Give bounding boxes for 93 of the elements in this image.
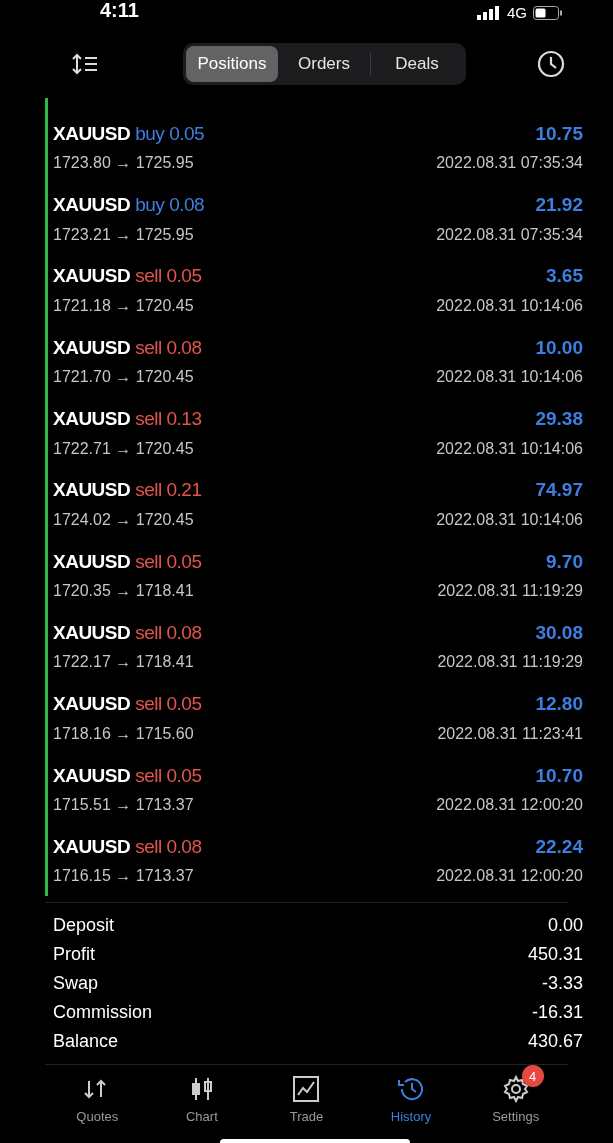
price-range: 1716.15 → 1713.37 xyxy=(53,866,194,887)
summary-value: -16.31 xyxy=(531,1001,583,1025)
summary-value: 430.67 xyxy=(527,1030,583,1054)
symbol-label: XAUUSD xyxy=(53,692,131,717)
deal-volume: sell 0.08 xyxy=(135,620,202,645)
summary-value: 0.00 xyxy=(547,914,583,938)
symbol-label: XAUUSD xyxy=(53,407,131,432)
status-time: 4:11 xyxy=(100,0,139,20)
network-label: 4G xyxy=(507,5,527,20)
tab-bar-item[interactable]: 4 Settings xyxy=(463,1065,568,1127)
symbol-label: XAUUSD xyxy=(53,193,131,218)
deal-row[interactable]: XAUUSD sell 0.05 3.65 1721.18 → 1720.45 2022.08.31 10:14:06 xyxy=(48,254,583,326)
notification-badge: 4 xyxy=(521,1065,544,1088)
summary-label: Balance xyxy=(53,1030,119,1054)
price-range: 1715.51 → 1713.37 xyxy=(53,795,194,816)
price-range: 1722.71 → 1720.45 xyxy=(53,438,194,459)
summary-value: -3.33 xyxy=(541,972,583,996)
profit-value: 29.38 xyxy=(535,407,583,432)
tab-bar-item[interactable]: History xyxy=(358,1065,464,1127)
sort-icon[interactable] xyxy=(72,53,98,75)
symbol-label: XAUUSD xyxy=(53,834,131,859)
tab-bar-item[interactable]: Chart xyxy=(149,1065,255,1127)
price-range: 1718.16 → 1715.60 xyxy=(53,723,194,744)
symbol-label: XAUUSD xyxy=(53,763,131,788)
summary-label: Profit xyxy=(53,943,95,967)
deal-volume: sell 0.05 xyxy=(135,692,202,717)
summary-label: Commission xyxy=(53,1001,153,1025)
deal-row[interactable]: XAUUSD sell 0.05 12.80 1718.16 → 1715.60 2022.08.31 11:23:41 xyxy=(48,682,583,754)
symbol-label: XAUUSD xyxy=(53,478,131,503)
deal-row[interactable]: XAUUSD sell 0.08 30.08 1722.17 → 1718.41 2022.08.31 11:19:29 xyxy=(48,611,583,683)
deal-row[interactable]: XAUUSD sell 0.05 10.70 1715.51 → 1713.37 2022.08.31 12:00:20 xyxy=(48,753,583,825)
deal-volume: buy 0.05 xyxy=(135,121,205,146)
deal-time: 2022.08.31 11:19:29 xyxy=(437,652,583,673)
summary-value: 450.31 xyxy=(527,943,583,967)
segment-tab[interactable]: Deals xyxy=(371,46,463,82)
deal-time: 2022.08.31 10:14:06 xyxy=(436,367,583,388)
price-range: 1724.02 → 1720.45 xyxy=(53,509,194,530)
deal-volume: sell 0.08 xyxy=(135,834,202,859)
tab-bar-item[interactable]: Trade xyxy=(254,1065,359,1127)
deal-volume: sell 0.05 xyxy=(135,549,202,574)
segment-tab[interactable]: Orders xyxy=(278,46,370,82)
deal-row[interactable]: XAUUSD sell 0.05 9.70 1720.35 → 1718.41 2022.08.31 11:19:29 xyxy=(48,539,583,612)
price-range: 1720.35 → 1718.41 xyxy=(53,581,194,602)
deal-volume: buy 0.08 xyxy=(135,193,205,218)
price-range: 1722.17 → 1718.41 xyxy=(53,652,194,673)
signal-icon xyxy=(477,5,501,20)
deal-time: 2022.08.31 12:00:20 xyxy=(436,795,583,816)
price-range: 1721.70 → 1720.45 xyxy=(53,367,194,388)
deal-volume: sell 0.05 xyxy=(135,763,202,788)
deal-time: 2022.08.31 07:35:34 xyxy=(436,224,583,245)
deal-row[interactable]: XAUUSD sell 0.08 10.00 1721.70 → 1720.45 2022.08.31 10:14:06 xyxy=(48,325,583,398)
symbol-label: XAUUSD xyxy=(53,335,131,360)
deal-volume: sell 0.13 xyxy=(135,407,202,432)
deal-volume: sell 0.08 xyxy=(135,335,202,360)
segment-tab[interactable]: Positions xyxy=(186,46,278,82)
profit-value: 12.80 xyxy=(535,692,583,717)
line-chart-icon xyxy=(292,1075,321,1104)
deal-row[interactable]: XAUUSD sell 0.13 29.38 1722.71 → 1720.45 2022.08.31 10:14:06 xyxy=(48,397,583,469)
deal-time: 2022.08.31 07:35:34 xyxy=(436,153,583,174)
symbol-label: XAUUSD xyxy=(53,620,131,645)
deal-volume: sell 0.21 xyxy=(135,478,202,503)
symbol-label: XAUUSD xyxy=(53,264,131,289)
profit-value: 74.97 xyxy=(535,478,583,503)
price-range: 1721.18 → 1720.45 xyxy=(53,296,194,316)
gear-icon xyxy=(501,1075,530,1104)
profit-value: 21.92 xyxy=(535,193,583,218)
tab-bar-item[interactable]: Quotes xyxy=(45,1065,150,1127)
clock-icon[interactable] xyxy=(537,50,565,78)
deal-row[interactable]: XAUUSD buy 0.08 21.92 1723.21 → 1725.95 2022.08.31 07:35:34 xyxy=(48,183,583,255)
deal-time: 2022.08.31 12:00:20 xyxy=(436,866,583,887)
deal-row[interactable]: XAUUSD buy 0.05 10.75 1723.80 → 1725.95 2022.08.31 07:35:34 xyxy=(48,112,583,184)
deal-time: 2022.08.31 10:14:06 xyxy=(436,509,583,530)
symbol-label: XAUUSD xyxy=(53,549,131,574)
profit-value: 22.24 xyxy=(535,834,583,859)
deal-time: 2022.08.31 11:19:29 xyxy=(437,581,583,602)
symbol-label: XAUUSD xyxy=(53,121,131,146)
summary-label: Swap xyxy=(53,972,99,996)
deal-row[interactable]: XAUUSD sell 0.08 22.24 1716.15 → 1713.37 2022.08.31 12:00:20 xyxy=(48,824,583,897)
profit-value: 10.70 xyxy=(535,763,583,788)
profit-value: 10.75 xyxy=(535,121,583,146)
deal-time: 2022.08.31 10:14:06 xyxy=(436,438,583,459)
deal-time: 2022.08.31 10:14:06 xyxy=(436,296,583,316)
profit-value: 10.00 xyxy=(535,335,583,360)
profit-value: 3.65 xyxy=(546,264,583,289)
profit-value: 9.70 xyxy=(546,549,583,574)
price-range: 1723.80 → 1725.95 xyxy=(53,153,194,174)
summary-label: Deposit xyxy=(53,914,115,938)
deal-volume: sell 0.05 xyxy=(135,264,202,289)
price-range: 1723.21 → 1725.95 xyxy=(53,224,194,245)
deal-time: 2022.08.31 11:23:41 xyxy=(437,723,583,744)
battery-icon xyxy=(533,5,563,20)
profit-value: 30.08 xyxy=(535,620,583,645)
deal-row[interactable]: XAUUSD sell 0.21 74.97 1724.02 → 1720.45 2022.08.31 10:14:06 xyxy=(48,468,583,540)
